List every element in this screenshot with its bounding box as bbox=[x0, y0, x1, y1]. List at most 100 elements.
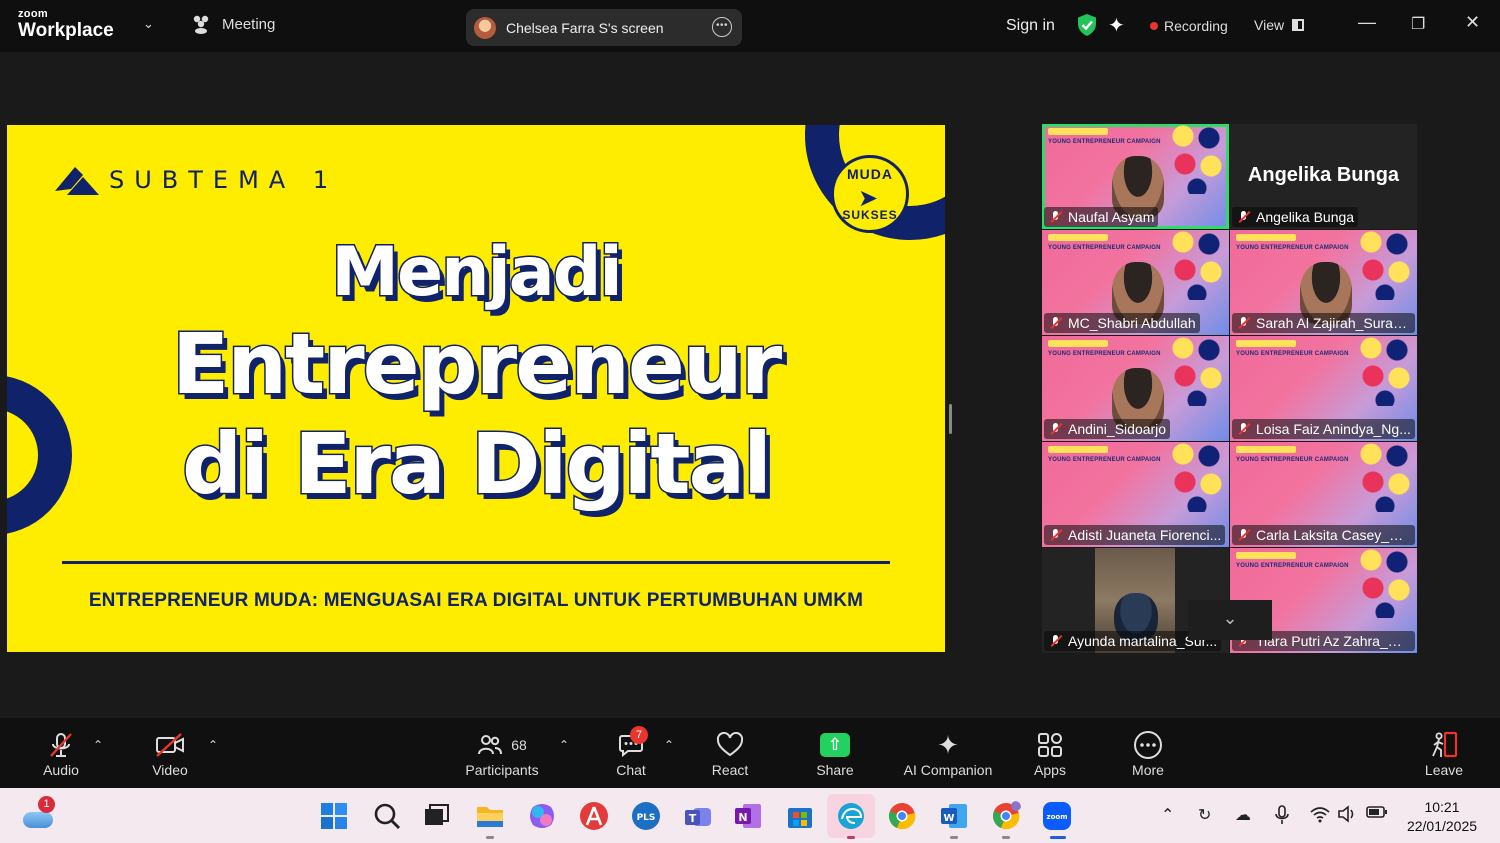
slide-title-line-2: Entrepreneur bbox=[170, 314, 783, 415]
onedrive-cloud-icon[interactable]: ☁ bbox=[1235, 805, 1251, 825]
participants-button[interactable]: 68 Participants bbox=[462, 730, 542, 778]
participant-name-text: Andini_Sidoarjo bbox=[1068, 421, 1167, 437]
chat-options-caret-icon[interactable]: ⌃ bbox=[664, 738, 674, 752]
meeting-menu-button[interactable]: Meeting bbox=[190, 14, 275, 34]
teams-icon[interactable]: T bbox=[683, 801, 713, 831]
video-button[interactable]: Video bbox=[142, 730, 198, 778]
video-label: Video bbox=[152, 762, 188, 778]
share-button[interactable]: ⇧ Share bbox=[812, 730, 858, 778]
onenote-icon[interactable]: N bbox=[733, 801, 763, 831]
video-options-caret-icon[interactable]: ⌃ bbox=[208, 738, 218, 752]
participant-name-text: Angelika Bunga bbox=[1256, 209, 1355, 225]
campaign-banner-text: YOUNG ENTREPRENEUR CAMPAIGN bbox=[1048, 351, 1161, 357]
microphone-icon[interactable] bbox=[1274, 805, 1290, 825]
clock-time: 10:21 bbox=[1424, 799, 1460, 815]
share-label: Share bbox=[816, 762, 854, 778]
svg-text:N: N bbox=[738, 811, 747, 824]
running-indicator bbox=[486, 836, 494, 839]
campaign-banner bbox=[1048, 446, 1108, 453]
view-label: View bbox=[1254, 17, 1285, 33]
participant-name: Andini_Sidoarjo bbox=[1044, 419, 1171, 439]
more-button[interactable]: More bbox=[1126, 730, 1170, 778]
acrobat-icon[interactable] bbox=[579, 801, 609, 831]
participant-tile[interactable]: YOUNG ENTREPRENEUR CAMPAIGN Loisa Faiz A… bbox=[1230, 336, 1417, 441]
wifi-icon[interactable] bbox=[1310, 805, 1330, 823]
weather-widget[interactable]: 1 bbox=[23, 796, 55, 830]
participant-tile[interactable]: YOUNG ENTREPRENEUR CAMPAIGN Carla Laksit… bbox=[1230, 442, 1417, 547]
gallery-next-page-button[interactable]: ⌄ bbox=[1188, 600, 1272, 640]
participant-name: Adisti Juaneta Fiorenci... bbox=[1044, 525, 1226, 545]
mic-muted-icon bbox=[1050, 529, 1062, 541]
mic-muted-icon bbox=[1238, 529, 1250, 541]
campaign-banner-text: YOUNG ENTREPRENEUR CAMPAIGN bbox=[1048, 245, 1161, 251]
participant-tile[interactable]: YOUNG ENTREPRENEUR CAMPAIGN Naufal Asyam bbox=[1042, 124, 1229, 229]
campaign-banner bbox=[1048, 234, 1108, 241]
sharer-avatar bbox=[474, 16, 496, 39]
apps-button[interactable]: Apps bbox=[1030, 730, 1070, 778]
slide-subtitle: ENTREPRENEUR MUDA: MENGUASAI ERA DIGITAL… bbox=[88, 590, 864, 611]
audio-button[interactable]: Audio bbox=[32, 730, 90, 778]
campaign-banner bbox=[1236, 340, 1296, 347]
svg-text:zoom: zoom bbox=[1047, 813, 1068, 821]
participant-name: Angelika Bunga bbox=[1232, 207, 1359, 227]
resize-handle[interactable] bbox=[949, 404, 952, 434]
search-icon[interactable] bbox=[372, 801, 402, 831]
system-clock[interactable]: 10:21 22/01/2025 bbox=[1398, 798, 1486, 836]
word-icon[interactable]: W bbox=[939, 801, 969, 831]
volume-icon[interactable] bbox=[1337, 805, 1357, 823]
ai-companion-button[interactable]: ✦ AI Companion bbox=[900, 730, 996, 779]
participant-tile[interactable]: YOUNG ENTREPRENEUR CAMPAIGN Andini_Sidoa… bbox=[1042, 336, 1229, 441]
meeting-toolbar: Audio ⌃ Video ⌃ 68 Participants ⌃ 7 Chat… bbox=[0, 718, 1500, 788]
windows-start-icon[interactable] bbox=[319, 801, 349, 831]
close-icon[interactable]: ✕ bbox=[1465, 12, 1480, 33]
chevron-down-icon[interactable]: ⌄ bbox=[143, 16, 154, 32]
meeting-people-icon bbox=[193, 15, 209, 34]
participant-tile[interactable]: YOUNG ENTREPRENEUR CAMPAIGN MC_Shabri Ab… bbox=[1042, 230, 1229, 335]
subtema-logo-icon bbox=[55, 167, 99, 195]
file-explorer-icon[interactable] bbox=[475, 801, 505, 831]
task-view-icon[interactable] bbox=[422, 801, 452, 831]
edge-browser-icon[interactable] bbox=[836, 801, 866, 831]
chevron-up-icon[interactable]: ⌃ bbox=[1161, 805, 1174, 825]
ai-sparkle-icon[interactable]: ✦ bbox=[1108, 13, 1125, 38]
badge-bottom-text: SUKSES bbox=[842, 208, 898, 222]
chat-button[interactable]: 7 Chat bbox=[610, 726, 652, 778]
participant-name-text: Tiara Putri Az Zahra_Si... bbox=[1256, 633, 1412, 649]
copilot-icon[interactable] bbox=[527, 801, 557, 831]
brand-small-label: zoom bbox=[18, 8, 48, 20]
pls-app-icon[interactable]: PLS bbox=[631, 801, 661, 831]
participants-options-caret-icon[interactable]: ⌃ bbox=[559, 738, 569, 752]
screen-share-indicator[interactable]: Chelsea Farra S's screen ••• bbox=[466, 9, 742, 46]
participant-tile[interactable]: YOUNG ENTREPRENEUR CAMPAIGN Sarah Al Zaj… bbox=[1230, 230, 1417, 335]
zoom-app-icon[interactable]: zoom bbox=[1042, 801, 1072, 831]
chrome-icon[interactable] bbox=[887, 801, 917, 831]
clock-date: 22/01/2025 bbox=[1406, 818, 1478, 834]
leave-meeting-button[interactable]: Leave bbox=[1422, 730, 1466, 778]
react-button[interactable]: React bbox=[708, 730, 752, 778]
notification-badge: 1 bbox=[38, 796, 55, 813]
participant-name-text: Adisti Juaneta Fiorenci... bbox=[1068, 527, 1222, 543]
sign-in-link[interactable]: Sign in bbox=[1006, 17, 1055, 35]
sync-icon[interactable]: ↻ bbox=[1198, 805, 1211, 825]
battery-icon[interactable] bbox=[1366, 805, 1388, 819]
restore-window-icon[interactable]: ❐ bbox=[1411, 14, 1425, 34]
microsoft-store-icon[interactable] bbox=[785, 801, 815, 831]
participant-name: Sarah Al Zajirah_Surab... bbox=[1232, 313, 1415, 333]
subtema-label: SUBTEMA 1 bbox=[109, 166, 339, 194]
meeting-stage: SUBTEMA 1 MUDA ➤ SUKSES Menjadi Entrepre… bbox=[0, 52, 1500, 718]
chrome-profile-icon[interactable] bbox=[991, 801, 1021, 831]
minimize-icon[interactable]: — bbox=[1358, 12, 1376, 33]
recording-indicator[interactable]: Recording bbox=[1150, 18, 1228, 34]
shield-check-icon[interactable] bbox=[1076, 13, 1098, 37]
more-label: More bbox=[1132, 762, 1164, 778]
slide-title-line-1: Menjadi bbox=[330, 232, 624, 314]
view-menu-button[interactable]: View bbox=[1254, 17, 1305, 33]
more-options-icon[interactable]: ••• bbox=[712, 17, 732, 37]
participant-name: Loisa Faiz Anindya_Ng... bbox=[1232, 419, 1415, 439]
audio-options-caret-icon[interactable]: ⌃ bbox=[93, 738, 103, 752]
campaign-banner bbox=[1236, 234, 1296, 241]
participant-tile[interactable]: Angelika Bunga Angelika Bunga bbox=[1230, 124, 1417, 229]
participants-icon bbox=[478, 735, 503, 755]
badge-top-text: MUDA bbox=[847, 166, 893, 182]
participant-tile[interactable]: YOUNG ENTREPRENEUR CAMPAIGN Adisti Juane… bbox=[1042, 442, 1229, 547]
